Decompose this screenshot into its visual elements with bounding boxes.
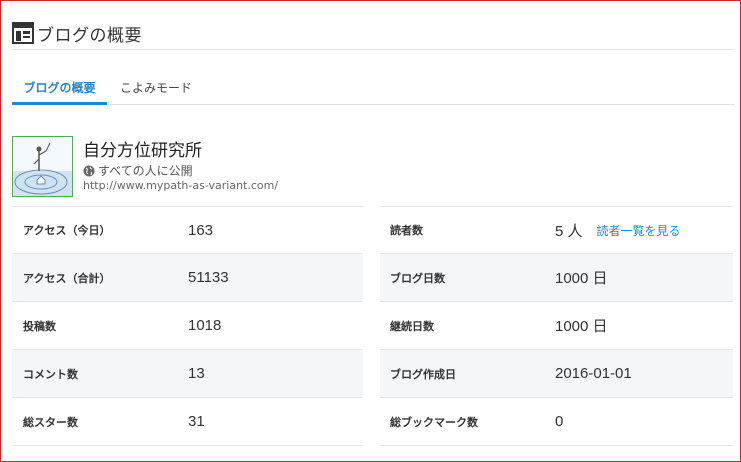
visibility-status: すべての人に公開: [83, 162, 193, 179]
blog-title[interactable]: 自分方位研究所: [83, 136, 202, 161]
stat-value: 2016-01-01: [555, 365, 632, 382]
stat-value: 1000 日: [555, 270, 608, 287]
stat-value: 0: [555, 413, 564, 430]
tab-bar: ブログの概要 こよみモード: [12, 78, 735, 105]
stat-label: アクセス（今日）: [23, 224, 111, 237]
stat-row: アクセス（今日） 163: [12, 206, 363, 254]
stat-label: アクセス（合計）: [23, 271, 111, 285]
stat-row: 読者数 5 人 読者一覧を見る: [380, 206, 733, 254]
stat-row: コメント数 13: [12, 350, 363, 398]
header-divider: [12, 49, 735, 50]
stats-table-left: アクセス（今日） 163 アクセス（合計） 51133 投稿数 1018 コメン…: [12, 206, 363, 446]
stat-value: 5 人: [555, 222, 583, 240]
page-title: ブログの概要: [37, 25, 142, 46]
blog-thumbnail[interactable]: [12, 136, 73, 197]
stat-value: 31: [188, 413, 205, 430]
stat-value: 163: [188, 221, 214, 239]
stat-label: 継続日数: [390, 319, 434, 333]
stat-row: 総スター数 31: [12, 398, 363, 446]
stat-row: 投稿数 1018: [12, 302, 363, 350]
stat-value: 13: [188, 365, 205, 382]
stat-label: 総スター数: [23, 415, 78, 429]
tab-blog-overview[interactable]: ブログの概要: [12, 78, 107, 105]
stat-row: ブログ日数 1000 日: [380, 254, 733, 302]
stat-label: ブログ日数: [390, 271, 445, 285]
stat-row: アクセス（合計） 51133: [12, 254, 363, 302]
stat-value: 1000 日: [555, 318, 608, 335]
dashboard-icon: [12, 22, 34, 44]
stat-row: ブログ作成日 2016-01-01: [380, 350, 733, 398]
stat-row: 継続日数 1000 日: [380, 302, 733, 350]
stat-label: 総ブックマーク数: [390, 415, 478, 429]
stat-label: ブログ作成日: [390, 367, 456, 381]
stat-label: コメント数: [23, 367, 78, 381]
blog-url[interactable]: http://www.mypath-as-variant.com/: [83, 179, 278, 192]
stat-row: 総ブックマーク数 0: [380, 398, 733, 446]
stat-label: 読者数: [390, 224, 423, 237]
stat-value: 51133: [188, 269, 229, 286]
stat-value: 1018: [188, 317, 222, 334]
compass-figure-icon: [13, 137, 72, 196]
visibility-label: すべての人に公開: [98, 164, 193, 178]
stats-table-right: 読者数 5 人 読者一覧を見る ブログ日数 1000 日 継続日数 1000 日…: [380, 206, 733, 446]
page-header: ブログの概要: [12, 20, 142, 46]
view-readers-link[interactable]: 読者一覧を見る: [597, 222, 681, 239]
stat-label: 投稿数: [23, 319, 56, 333]
tab-calendar-mode[interactable]: こよみモード: [120, 78, 192, 105]
globe-icon: [83, 165, 95, 176]
